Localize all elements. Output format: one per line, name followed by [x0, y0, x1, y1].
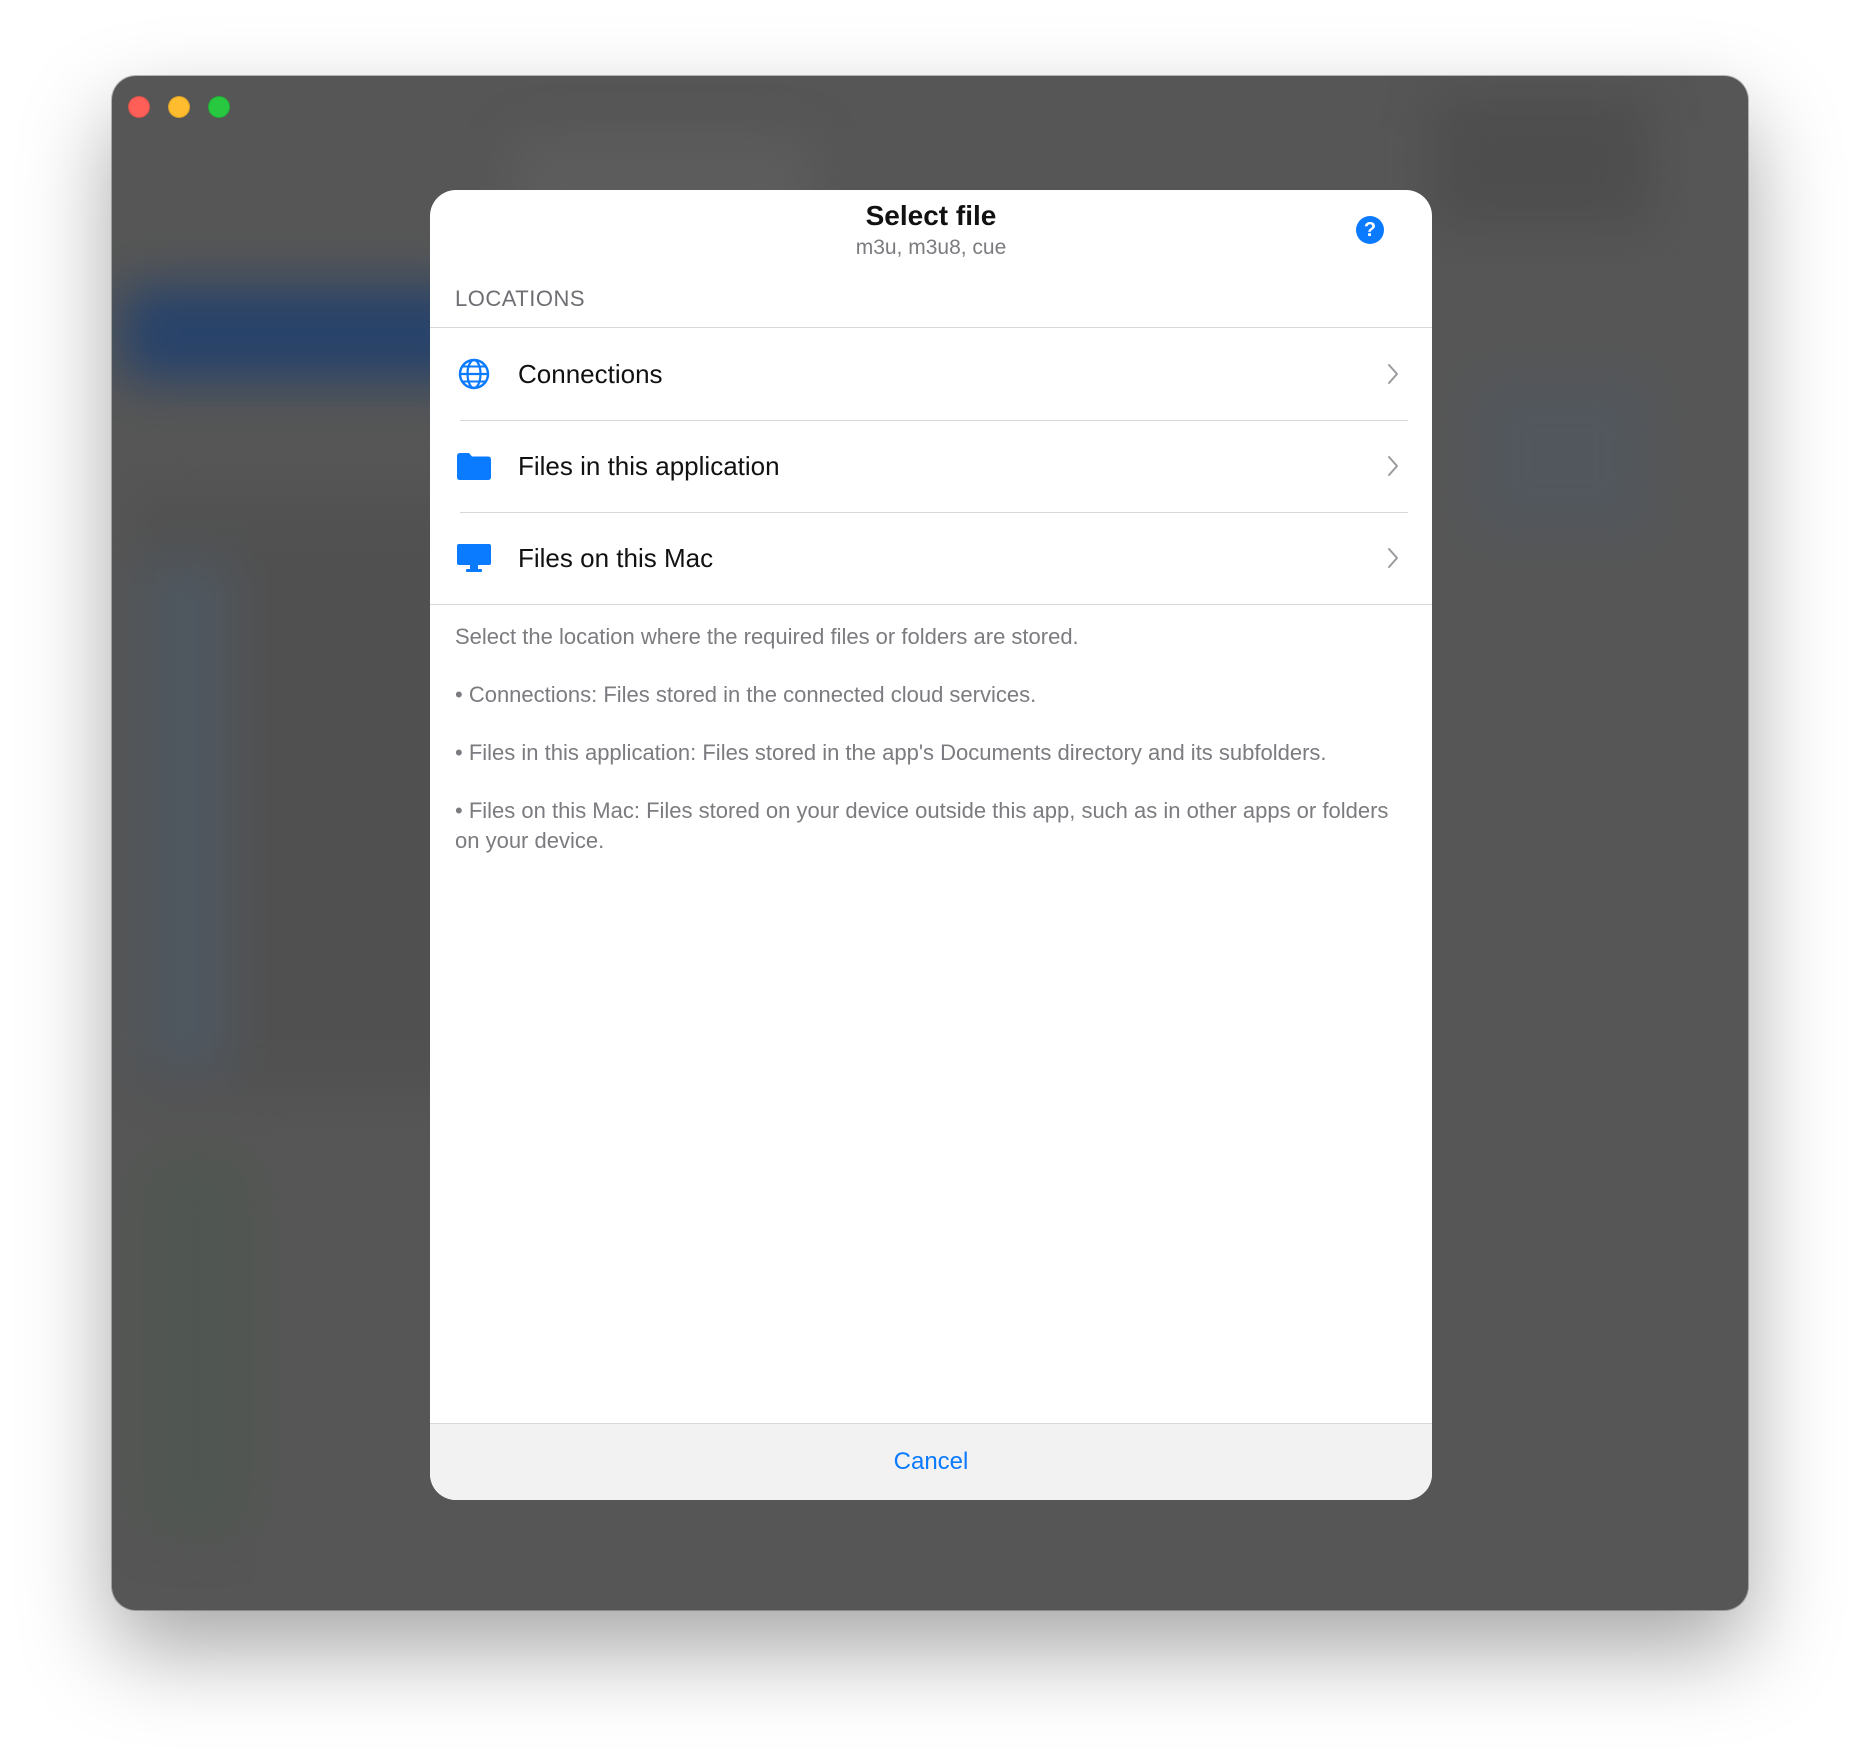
location-label: Files on this Mac	[518, 542, 714, 573]
app-window: Select file m3u, m3u8, cue ? LOCATIONS C…	[112, 76, 1748, 1610]
select-file-dialog: Select file m3u, m3u8, cue ? LOCATIONS C…	[430, 190, 1432, 1500]
minimize-window-button[interactable]	[168, 96, 190, 118]
folder-icon	[454, 446, 494, 486]
zoom-window-button[interactable]	[208, 96, 230, 118]
locations-list: Connections Files in this application Fi…	[430, 327, 1432, 605]
locations-section-label: LOCATIONS	[455, 286, 586, 311]
cancel-button[interactable]: Cancel	[894, 1448, 969, 1476]
dialog-header: Select file m3u, m3u8, cue ?	[430, 190, 1432, 274]
location-label: Files in this application	[518, 450, 780, 481]
question-mark-icon: ?	[1363, 219, 1377, 241]
description-connections: • Connections: Files stored in the conne…	[455, 682, 1037, 707]
location-row-connections[interactable]: Connections	[430, 328, 1432, 420]
chevron-right-icon	[1388, 548, 1398, 568]
window-controls	[128, 96, 230, 118]
globe-icon	[454, 354, 494, 394]
description-intro: Select the location where the required f…	[455, 624, 1079, 649]
chevron-right-icon	[1388, 364, 1398, 384]
dialog-footer: Cancel	[430, 1423, 1432, 1500]
location-row-mac-files[interactable]: Files on this Mac	[430, 512, 1432, 604]
description-app-files: • Files in this application: Files store…	[455, 740, 1327, 765]
location-label: Connections	[518, 358, 663, 389]
desktop-computer-icon	[454, 538, 494, 578]
chevron-right-icon	[1388, 456, 1398, 476]
locations-description: Select the location where the required f…	[455, 622, 1404, 884]
help-button[interactable]: ?	[1356, 216, 1384, 244]
location-row-app-files[interactable]: Files in this application	[430, 420, 1432, 512]
close-window-button[interactable]	[128, 96, 150, 118]
description-mac-files: • Files on this Mac: Files stored on you…	[455, 798, 1389, 853]
dialog-subtitle: m3u, m3u8, cue	[855, 236, 1007, 259]
dialog-title: Select file	[865, 200, 997, 231]
